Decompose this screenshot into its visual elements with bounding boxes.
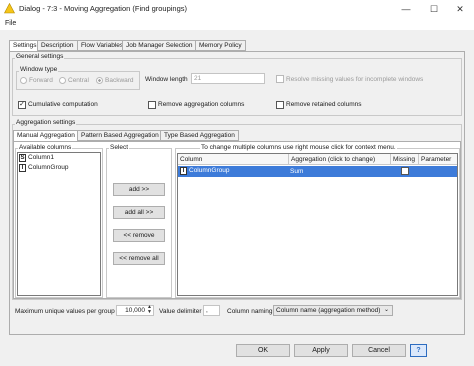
radio-backward-circle[interactable] xyxy=(96,77,103,84)
remove-retained-checkbox[interactable] xyxy=(276,101,284,109)
remove-all-button[interactable]: << remove all xyxy=(113,252,165,265)
menu-bar xyxy=(0,18,474,30)
menu-file[interactable]: File xyxy=(5,20,16,27)
value-delimiter-label: Value delimiter xyxy=(159,308,202,315)
radio-central-circle[interactable] xyxy=(59,77,66,84)
radio-backward[interactable]: Backward xyxy=(96,77,134,84)
radio-forward[interactable]: Forward xyxy=(20,77,53,84)
remove-aggregation-label: Remove aggregation columns xyxy=(158,101,245,108)
help-button[interactable]: ? xyxy=(410,344,427,357)
list-item-label: ColumnGroup xyxy=(28,164,69,171)
row-missing-checkbox[interactable] xyxy=(401,167,409,175)
context-menu-hint: To change multiple columns use right mou… xyxy=(200,144,397,151)
subtab-type-based[interactable]: Type Based Aggregation xyxy=(160,130,239,141)
ok-button[interactable]: OK xyxy=(236,344,290,357)
radio-backward-label: Backward xyxy=(105,77,134,85)
table-cell-column: I ColumnGroup xyxy=(180,167,229,175)
column-naming-label: Column naming xyxy=(227,308,273,315)
integer-type-icon: I xyxy=(180,167,187,175)
window-length-input[interactable]: 21 xyxy=(191,73,265,84)
max-unique-label: Maximum unique values per group xyxy=(15,308,115,315)
chevron-down-icon[interactable]: ⌄ xyxy=(384,306,389,313)
window-title: Dialog - 7:3 - Moving Aggregation (Find … xyxy=(19,4,188,13)
list-item[interactable]: I ColumnGroup xyxy=(19,164,68,172)
aggregation-settings-label: Aggregation settings xyxy=(15,119,77,126)
radio-central[interactable]: Central xyxy=(59,77,89,84)
available-columns-label: Available columns xyxy=(18,144,73,151)
parameter-header[interactable]: Parameter xyxy=(419,154,457,165)
apply-button[interactable]: Apply xyxy=(294,344,348,357)
radio-forward-circle[interactable] xyxy=(20,77,27,84)
resolve-missing-label: Resolve missing values for incomplete wi… xyxy=(286,76,424,83)
column-naming-value: Column name (aggregation method) xyxy=(276,307,381,314)
minimize-button[interactable]: — xyxy=(392,0,420,18)
select-label: Select xyxy=(109,144,130,151)
remove-aggregation-checkbox[interactable] xyxy=(148,101,156,109)
integer-type-icon: I xyxy=(19,164,26,172)
list-item-label: Column1 xyxy=(28,154,55,161)
add-button[interactable]: add >> xyxy=(113,183,165,196)
general-settings-label: General settings xyxy=(15,53,65,60)
knime-app-icon xyxy=(4,3,15,14)
remove-button[interactable]: << remove xyxy=(113,229,165,242)
help-icon: ? xyxy=(416,347,421,354)
cumulative-checkbox[interactable]: ✓ xyxy=(18,101,26,109)
cancel-button[interactable]: Cancel xyxy=(352,344,406,357)
window-type-label: Window type xyxy=(19,66,59,73)
tab-description[interactable]: Description xyxy=(37,40,78,51)
value-delimiter-input[interactable]: , xyxy=(203,305,220,316)
cumulative-label: Cumulative computation xyxy=(28,101,98,108)
aggregation-header[interactable]: Aggregation (click to change) xyxy=(289,154,391,165)
row-column-name: ColumnGroup xyxy=(189,167,230,174)
remove-retained-label: Remove retained columns xyxy=(286,101,362,108)
resolve-missing-checkbox[interactable] xyxy=(276,75,284,83)
available-columns-list[interactable] xyxy=(17,152,101,296)
tab-job-manager-selection[interactable]: Job Manager Selection xyxy=(122,40,197,51)
string-type-icon: S xyxy=(19,154,26,162)
radio-central-label: Central xyxy=(68,77,89,85)
column-naming-select[interactable]: Column name (aggregation method) xyxy=(273,305,393,316)
select-group xyxy=(106,148,172,298)
tab-memory-policy[interactable]: Memory Policy xyxy=(195,40,246,51)
list-item[interactable]: S Column1 xyxy=(19,154,54,162)
missing-header[interactable]: Missing xyxy=(391,154,419,165)
radio-forward-label: Forward xyxy=(29,77,53,85)
subtab-pattern-based[interactable]: Pattern Based Aggregation xyxy=(77,130,163,141)
spinner-arrows-icon[interactable]: ▲ ▼ xyxy=(147,305,152,315)
column-header[interactable]: Column xyxy=(178,154,289,165)
maximize-button[interactable]: ☐ xyxy=(420,0,448,18)
close-button[interactable]: ✕ xyxy=(446,0,474,18)
tab-flow-variables[interactable]: Flow Variables xyxy=(77,40,128,51)
window-length-label: Window length xyxy=(145,76,188,83)
add-all-button[interactable]: add all >> xyxy=(113,206,165,219)
row-aggregation-method[interactable]: Sum xyxy=(290,168,303,175)
